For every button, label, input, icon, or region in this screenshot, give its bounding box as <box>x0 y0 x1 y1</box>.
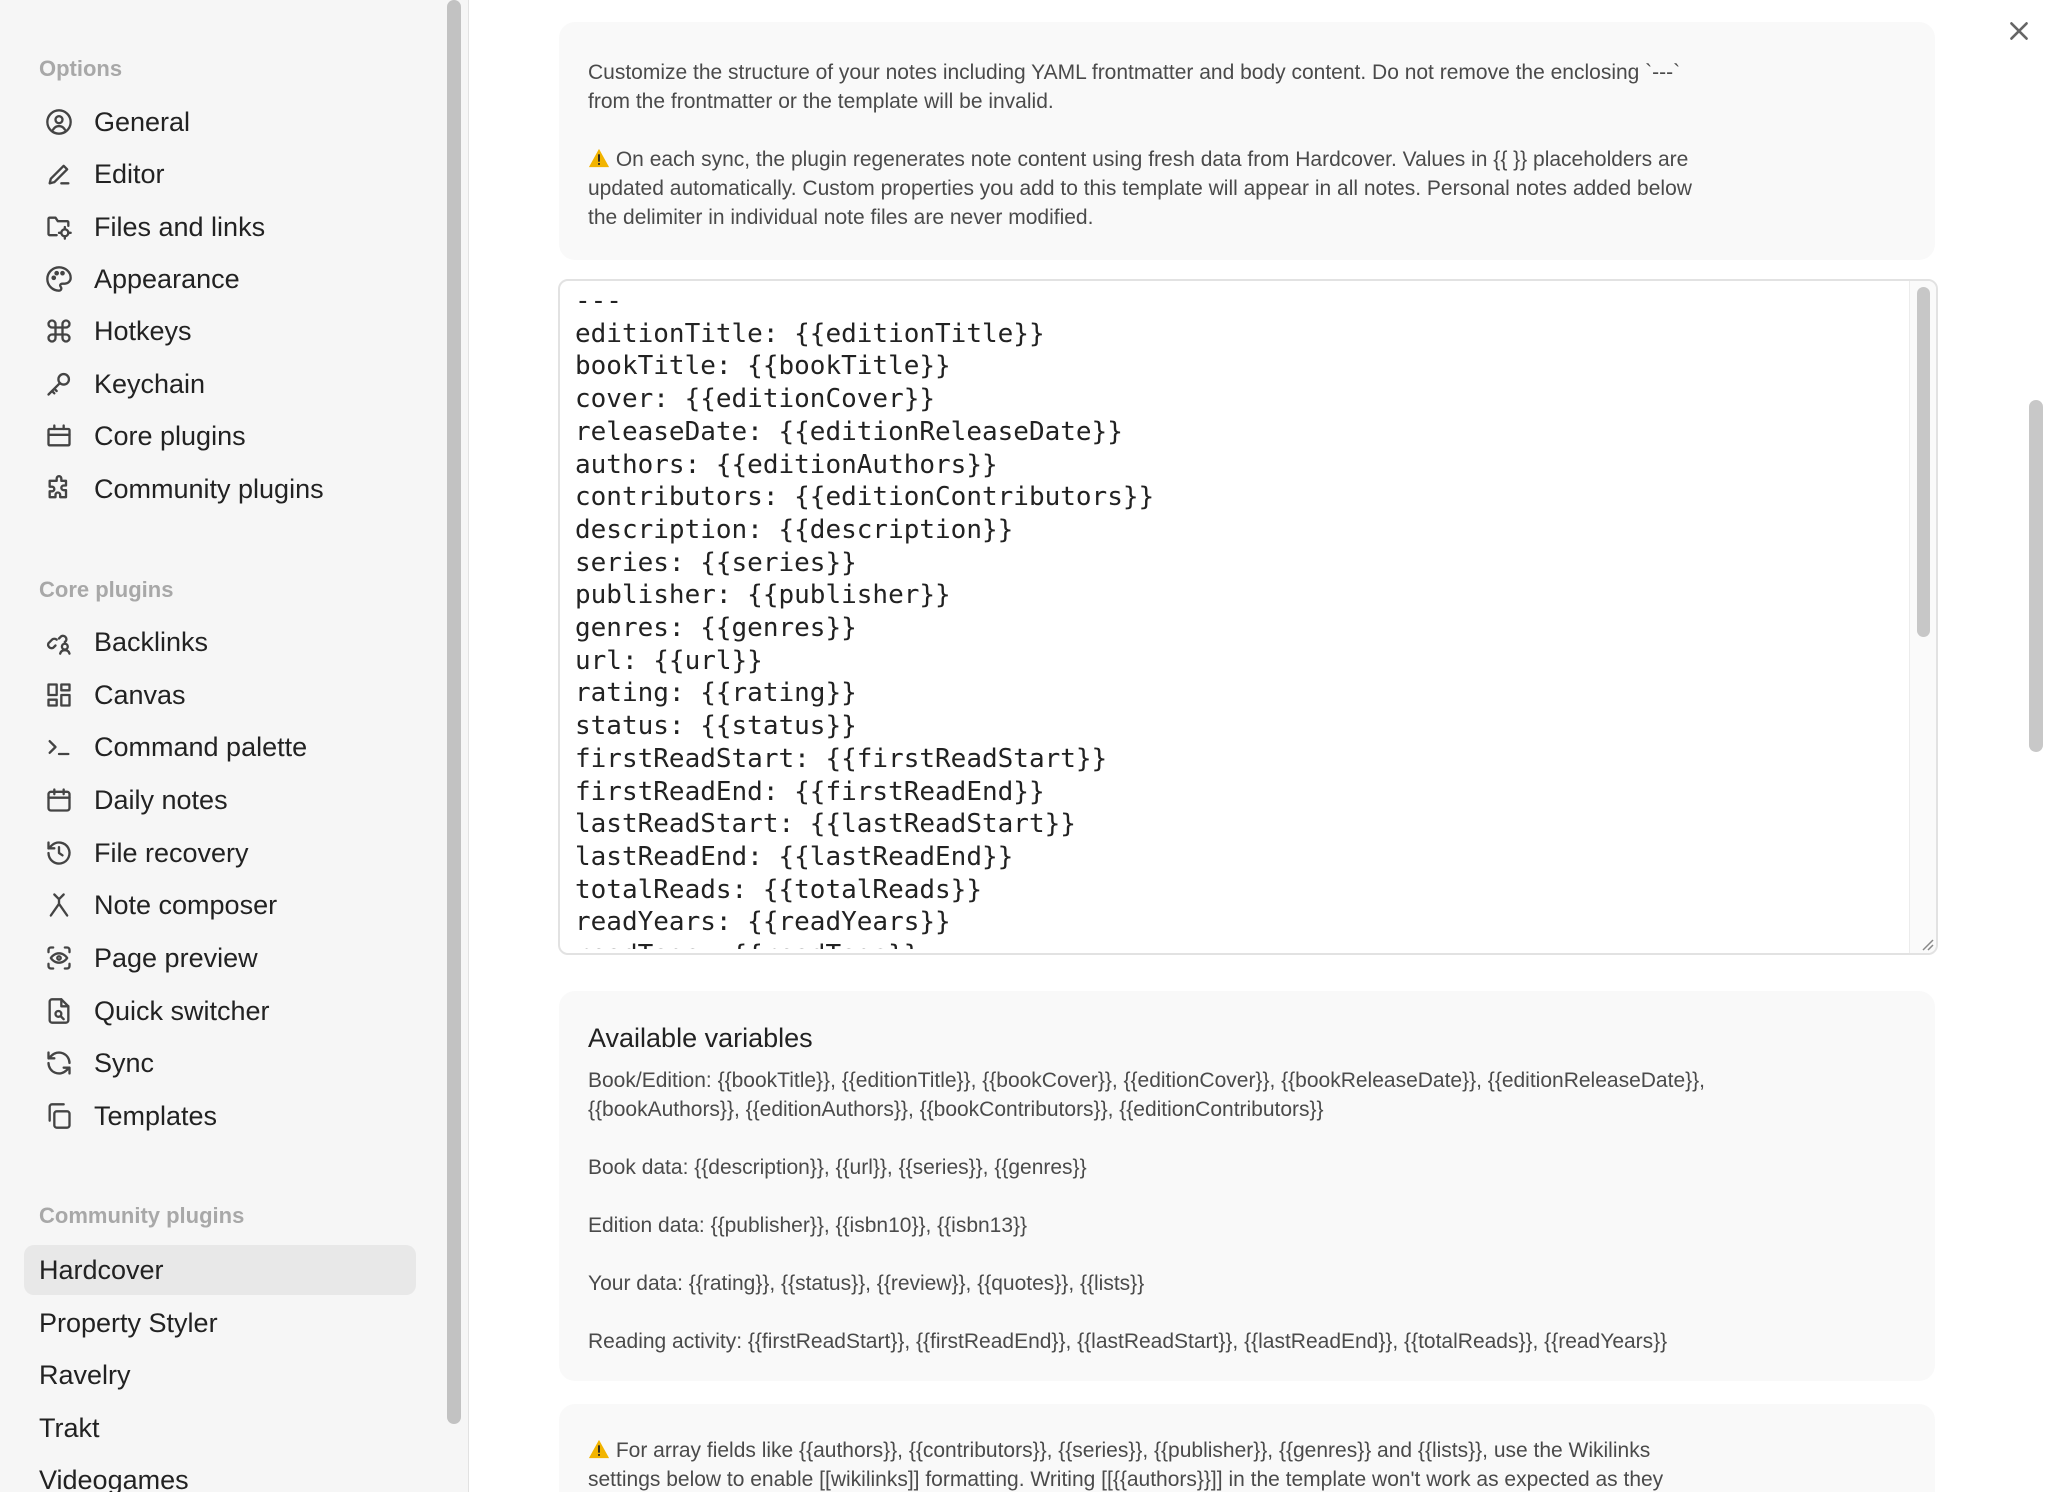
template-line: authors: {{editionAuthors}} <box>575 449 998 480</box>
pencil-icon <box>30 160 88 188</box>
template-line: publisher: {{publisher}} <box>575 580 951 611</box>
sidebar-item-quick-switcher[interactable]: Quick switcher <box>24 986 416 1036</box>
close-button[interactable] <box>2002 14 2036 48</box>
template-line: url: {{url}} <box>575 645 763 676</box>
sidebar-item-community-plugins[interactable]: Community plugins <box>24 464 416 514</box>
warning-icon <box>588 148 610 168</box>
core-plugins-section-label: Core plugins <box>39 577 174 602</box>
sidebar-item-note-composer[interactable]: Note composer <box>24 880 416 930</box>
template-editor-textarea[interactable]: --- editionTitle: {{editionTitle}} bookTit… <box>558 279 1938 955</box>
sidebar-item-trakt[interactable]: Trakt <box>24 1403 416 1453</box>
template-line: lastReadEnd: {{lastReadEnd}} <box>575 841 1014 872</box>
template-line: editionTitle: {{editionTitle}} <box>575 318 1045 349</box>
merge-icon <box>30 891 88 919</box>
intro-line-2: from the frontmatter or the template wil… <box>588 90 1054 113</box>
array-fields-card: For array fields like {{authors}}, {{con… <box>559 1404 1935 1492</box>
template-line: firstReadStart: {{firstReadStart}} <box>575 743 1108 774</box>
sidebar-item-daily-notes[interactable]: Daily notes <box>24 775 416 825</box>
sidebar-item-canvas[interactable]: Canvas <box>24 670 416 720</box>
calendar-icon <box>30 786 88 814</box>
template-line: cover: {{editionCover}} <box>575 384 936 415</box>
folder-cog-icon <box>30 213 88 241</box>
sidebar-item-command-palette[interactable]: Command palette <box>24 722 416 772</box>
array-note-line-1: For array fields like {{authors}}, {{con… <box>588 1436 1918 1465</box>
editor-scrollbar[interactable] <box>1909 281 1936 953</box>
link-user-icon <box>30 628 88 656</box>
warning-icon <box>588 1439 610 1459</box>
sidebar-scrollbar[interactable] <box>440 0 469 1492</box>
vars-book-data: Book data: {{description}}, {{url}}, {{s… <box>588 1156 1087 1179</box>
sidebar-item-templates[interactable]: Templates <box>24 1091 416 1141</box>
sidebar-item-ravelry[interactable]: Ravelry <box>24 1350 416 1400</box>
warning-line-3: the delimiter in individual note files a… <box>588 206 1094 229</box>
main-scroll-thumb[interactable] <box>2029 400 2043 752</box>
template-line: description: {{description}} <box>575 514 1014 545</box>
warning-line-2: updated automatically. Custom properties… <box>588 177 1692 200</box>
vars-edition-data: Edition data: {{publisher}}, {{isbn10}},… <box>588 1214 1028 1237</box>
template-line: readYears: {{readYears}} <box>575 907 951 938</box>
puzzle-icon <box>30 475 88 503</box>
sidebar-item-file-recovery[interactable]: File recovery <box>24 828 416 878</box>
close-icon <box>2010 22 2028 40</box>
vars-your-data: Your data: {{rating}}, {{status}}, {{rev… <box>588 1272 1145 1295</box>
template-description-card: Customize the structure of your notes in… <box>559 22 1935 260</box>
palette-icon <box>30 265 88 293</box>
sidebar-item-property-styler[interactable]: Property Styler <box>24 1298 416 1348</box>
settings-sidebar: Options General Editor Files and links A… <box>0 0 441 1492</box>
user-circle-icon <box>30 108 88 136</box>
template-line: bookTitle: {{bookTitle}} <box>575 351 951 382</box>
template-line: totalReads: {{totalReads}} <box>575 874 982 905</box>
sidebar-item-page-preview[interactable]: Page preview <box>24 933 416 983</box>
template-line: releaseDate: {{editionReleaseDate}} <box>575 416 1123 447</box>
template-line: contributors: {{editionContributors}} <box>575 482 1155 513</box>
settings-content: Customize the structure of your notes in… <box>469 0 2048 1492</box>
vars-reading-activity: Reading activity: {{firstReadStart}}, {{… <box>588 1330 1668 1353</box>
community-plugins-section-label: Community plugins <box>39 1203 245 1228</box>
terminal-icon <box>30 733 88 761</box>
template-line: series: {{series}} <box>575 547 857 578</box>
sidebar-scroll-thumb[interactable] <box>447 0 461 1424</box>
sidebar-item-editor[interactable]: Editor <box>24 149 416 199</box>
sidebar-item-videogames[interactable]: Videogames <box>24 1455 416 1492</box>
vars-book-edition-2: {{bookAuthors}}, {{editionAuthors}}, {{b… <box>588 1098 1324 1121</box>
template-line: genres: {{genres}} <box>575 613 857 644</box>
refresh-icon <box>30 1049 88 1077</box>
template-line: status: {{status}} <box>575 711 857 742</box>
sidebar-item-sync[interactable]: Sync <box>24 1038 416 1088</box>
file-search-icon <box>30 997 88 1025</box>
template-line: rating: {{rating}} <box>575 678 857 709</box>
available-variables-title: Available variables <box>588 1023 813 1053</box>
template-line: firstReadEnd: {{firstReadEnd}} <box>575 776 1045 807</box>
history-icon <box>30 839 88 867</box>
layout-dashboard-icon <box>30 681 88 709</box>
array-note-line-2: settings below to enable [[wikilinks]] f… <box>588 1468 1664 1491</box>
vars-book-edition-1: Book/Edition: {{bookTitle}}, {{editionTi… <box>588 1069 1705 1092</box>
template-line: lastReadStart: {{lastReadStart}} <box>575 809 1076 840</box>
intro-line-1: Customize the structure of your notes in… <box>588 61 1681 84</box>
warning-line-1: On each sync, the plugin regenerates not… <box>588 145 1918 174</box>
options-section-label: Options <box>39 56 123 81</box>
plug-box-icon <box>30 422 88 450</box>
editor-scroll-thumb[interactable] <box>1917 287 1930 637</box>
eye-scan-icon <box>30 944 88 972</box>
sidebar-item-keychain[interactable]: Keychain <box>24 359 416 409</box>
sidebar-item-appearance[interactable]: Appearance <box>24 254 416 304</box>
sidebar-item-hardcover[interactable]: Hardcover <box>24 1245 416 1295</box>
available-variables-card: Available variables Book/Edition: {{book… <box>559 991 1935 1381</box>
template-editor-content[interactable]: --- editionTitle: {{editionTitle}} bookTit… <box>575 285 1895 949</box>
sidebar-item-backlinks[interactable]: Backlinks <box>24 617 416 667</box>
copy-icon <box>30 1102 88 1130</box>
key-icon <box>30 370 88 398</box>
sidebar-item-core-plugins[interactable]: Core plugins <box>24 411 416 461</box>
sidebar-item-hotkeys[interactable]: Hotkeys <box>24 306 416 356</box>
command-icon <box>30 317 88 345</box>
sidebar-item-files-and-links[interactable]: Files and links <box>24 202 416 252</box>
template-line: readTags: {{readTags}} <box>575 939 1895 949</box>
template-line: --- <box>575 286 622 316</box>
sidebar-item-general[interactable]: General <box>24 97 416 147</box>
resize-grip-icon[interactable] <box>1920 937 1934 951</box>
